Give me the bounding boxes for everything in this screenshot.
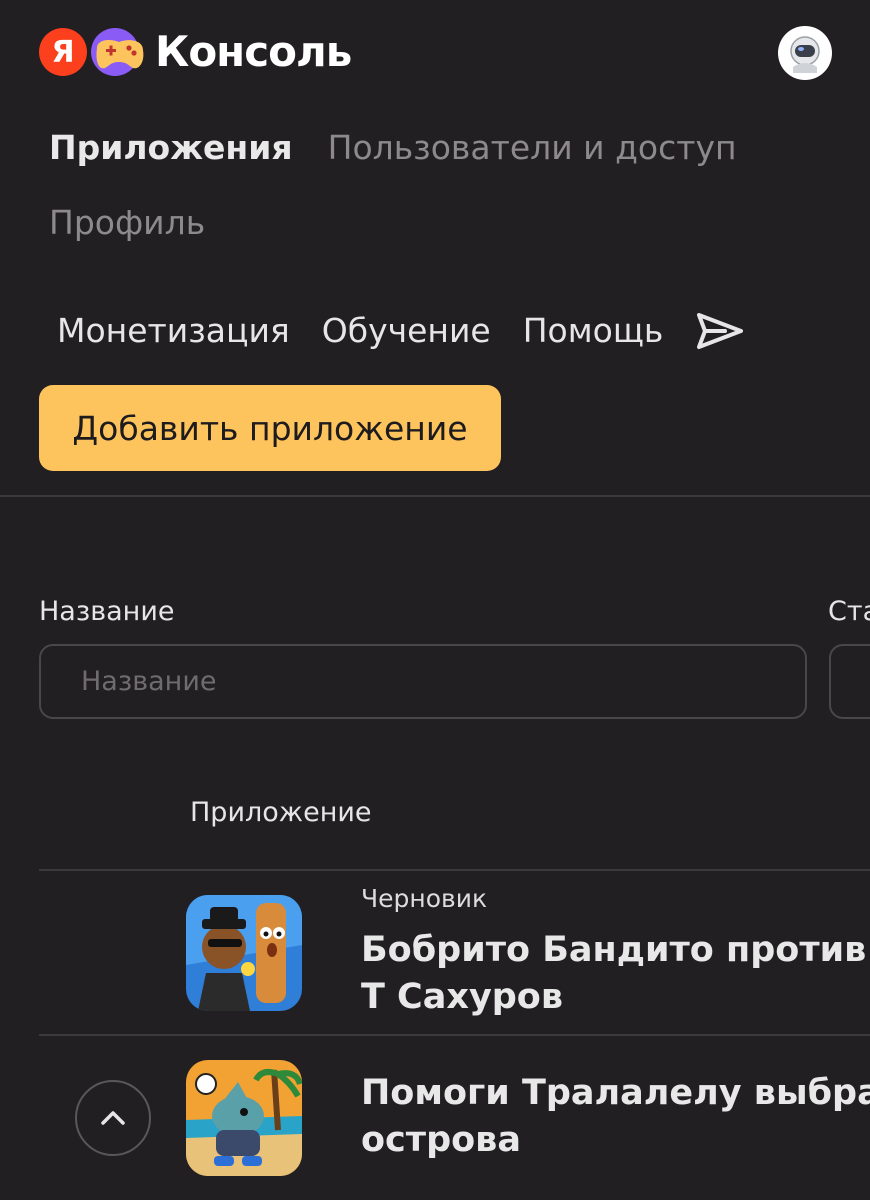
secondary-nav: Монетизация Обучение Помощь <box>57 308 745 354</box>
collapse-row-button[interactable] <box>75 1080 151 1156</box>
app-icon <box>186 1060 302 1176</box>
nav-item-help[interactable]: Помощь <box>523 308 664 354</box>
astronaut-avatar-icon <box>790 36 820 73</box>
chevron-up-icon <box>101 1111 125 1125</box>
name-search-input[interactable] <box>39 644 807 719</box>
app-status: Черновик <box>361 884 488 913</box>
beaver-bandit-app-icon <box>186 895 302 1011</box>
console-page: Я Консоль Приложения Пользователи и дост… <box>0 0 870 1200</box>
app-title[interactable]: Бобрито Бандито против Т Сахуров <box>361 927 870 1021</box>
send-icon[interactable] <box>695 309 745 353</box>
status-filter-label: Ста <box>828 596 870 627</box>
nav-item-apps[interactable]: Приложения <box>49 125 293 171</box>
user-avatar[interactable] <box>778 26 832 80</box>
status-filter-select[interactable] <box>829 644 870 719</box>
section-divider <box>0 495 870 497</box>
nav-item-profile[interactable]: Профиль <box>49 200 205 246</box>
yandex-logo-badge: Я <box>39 28 87 76</box>
column-header-app: Приложение <box>190 797 372 828</box>
brand-title: Консоль <box>155 27 352 76</box>
name-filter-label: Название <box>39 596 175 627</box>
nav-item-learning[interactable]: Обучение <box>322 308 491 354</box>
add-app-button[interactable]: Добавить приложение <box>39 385 501 471</box>
shark-island-app-icon <box>186 1060 302 1176</box>
app-icon <box>186 895 302 1011</box>
row-divider <box>39 1034 870 1036</box>
primary-nav: Приложения Пользователи и доступ <box>49 125 849 171</box>
app-title[interactable]: Помоги Тралалелу выбрат острова <box>361 1070 870 1164</box>
nav-item-monetization[interactable]: Монетизация <box>57 308 290 354</box>
console-logo[interactable]: Я Консоль <box>39 27 352 76</box>
row-divider <box>39 869 870 871</box>
gamepad-icon <box>91 28 144 76</box>
nav-item-users-access[interactable]: Пользователи и доступ <box>328 125 737 171</box>
